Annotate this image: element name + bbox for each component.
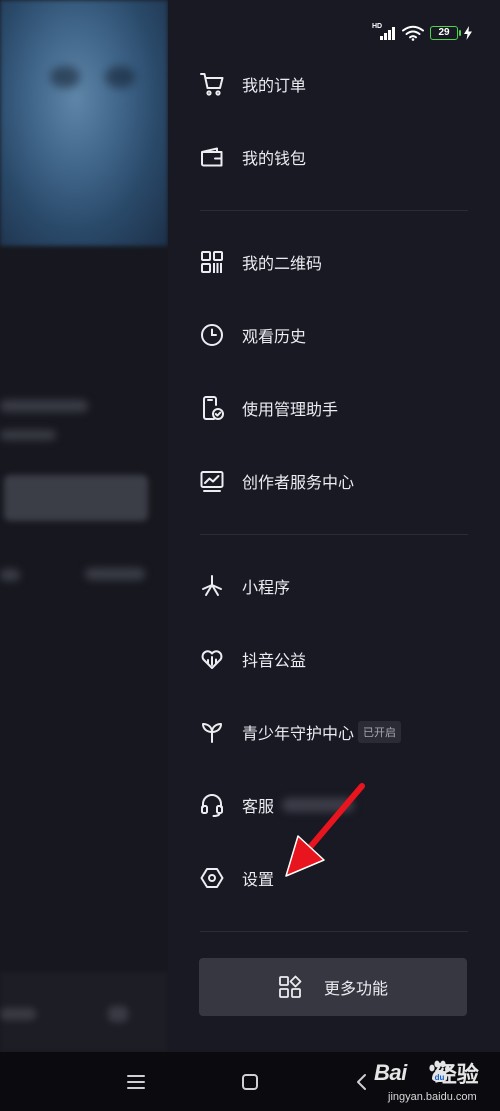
menu-item-label: 我的订单 bbox=[242, 78, 307, 95]
wifi-icon bbox=[402, 25, 424, 41]
monitor-chart-icon bbox=[198, 467, 226, 495]
cart-icon bbox=[198, 70, 226, 98]
status-badge: 已开启 bbox=[358, 721, 401, 743]
battery-icon: 29 bbox=[430, 26, 461, 40]
menu-item-watch-history[interactable]: 观看历史 bbox=[168, 307, 500, 363]
sprout-icon bbox=[198, 718, 226, 746]
menu-item-usage-manager[interactable]: 使用管理助手 bbox=[168, 380, 500, 436]
menu-item-customer-service[interactable]: 客服 bbox=[168, 777, 500, 833]
headset-icon bbox=[198, 791, 226, 819]
side-drawer: HD 29 我的订单 我的钱包 我的二维码 观看历史 使用管理助手 创作者服务中… bbox=[168, 0, 500, 1052]
settings-hex-icon bbox=[198, 864, 226, 892]
menu-item-mini-programs[interactable]: 小程序 bbox=[168, 558, 500, 614]
background-photo bbox=[0, 0, 168, 246]
menu-item-label: 青少年守护中心 bbox=[242, 726, 355, 743]
menu-item-youth-protection[interactable]: 青少年守护中心 已开启 bbox=[168, 704, 500, 760]
menu-item-label: 小程序 bbox=[242, 580, 291, 597]
menu-item-label: 抖音公益 bbox=[242, 653, 307, 670]
more-features-label: 更多功能 bbox=[323, 981, 388, 998]
blurred-button bbox=[4, 475, 148, 521]
divider bbox=[200, 931, 468, 932]
menu-item-label: 我的二维码 bbox=[242, 256, 323, 273]
menu-item-orders[interactable]: 我的订单 bbox=[168, 56, 500, 112]
qr-code-icon bbox=[198, 248, 226, 276]
apps-grid-icon bbox=[279, 975, 302, 998]
menu-item-label: 我的钱包 bbox=[242, 151, 307, 168]
menu-item-wallet[interactable]: 我的钱包 bbox=[168, 129, 500, 185]
menu-item-label: 使用管理助手 bbox=[242, 402, 339, 419]
back-chevron-icon[interactable] bbox=[350, 1070, 374, 1094]
blurred-text bbox=[282, 798, 354, 812]
charging-icon bbox=[464, 26, 472, 40]
more-features-button[interactable]: 更多功能 bbox=[199, 958, 467, 1016]
menu-item-creator-center[interactable]: 创作者服务中心 bbox=[168, 453, 500, 509]
wallet-icon bbox=[198, 143, 226, 171]
signal-icon: HD bbox=[372, 23, 396, 41]
battery-level: 29 bbox=[438, 27, 450, 38]
blurred-text bbox=[0, 430, 56, 440]
menu-item-charity[interactable]: 抖音公益 bbox=[168, 631, 500, 687]
menu-item-qr-code[interactable]: 我的二维码 bbox=[168, 234, 500, 290]
menu-item-label: 创作者服务中心 bbox=[242, 475, 355, 492]
home-square-icon[interactable] bbox=[238, 1070, 262, 1094]
menu-item-label: 设置 bbox=[242, 872, 275, 889]
background-page bbox=[0, 0, 168, 1052]
svg-text:du: du bbox=[435, 1073, 445, 1082]
blurred-text bbox=[0, 569, 20, 581]
phone-check-icon bbox=[198, 394, 226, 422]
clock-icon bbox=[198, 321, 226, 349]
heart-chart-icon bbox=[198, 645, 226, 673]
blurred-bottom-bar bbox=[0, 972, 168, 1052]
watermark: Bai 经验 du jingyan.baidu.com bbox=[374, 1055, 492, 1111]
blurred-text bbox=[0, 400, 88, 412]
watermark-url: jingyan.baidu.com bbox=[388, 1091, 477, 1103]
blurred-text bbox=[85, 568, 145, 580]
divider bbox=[200, 210, 468, 211]
menu-item-label: 客服 bbox=[242, 799, 275, 816]
paw-logo-icon: du bbox=[429, 1060, 450, 1082]
status-bar: HD 29 bbox=[372, 22, 472, 44]
menu-icon[interactable] bbox=[124, 1070, 148, 1094]
mini-program-icon bbox=[198, 572, 226, 600]
watermark-brand: Bai bbox=[374, 1060, 407, 1085]
divider bbox=[200, 534, 468, 535]
menu-item-settings[interactable]: 设置 bbox=[168, 850, 500, 906]
menu-item-label: 观看历史 bbox=[242, 329, 307, 346]
